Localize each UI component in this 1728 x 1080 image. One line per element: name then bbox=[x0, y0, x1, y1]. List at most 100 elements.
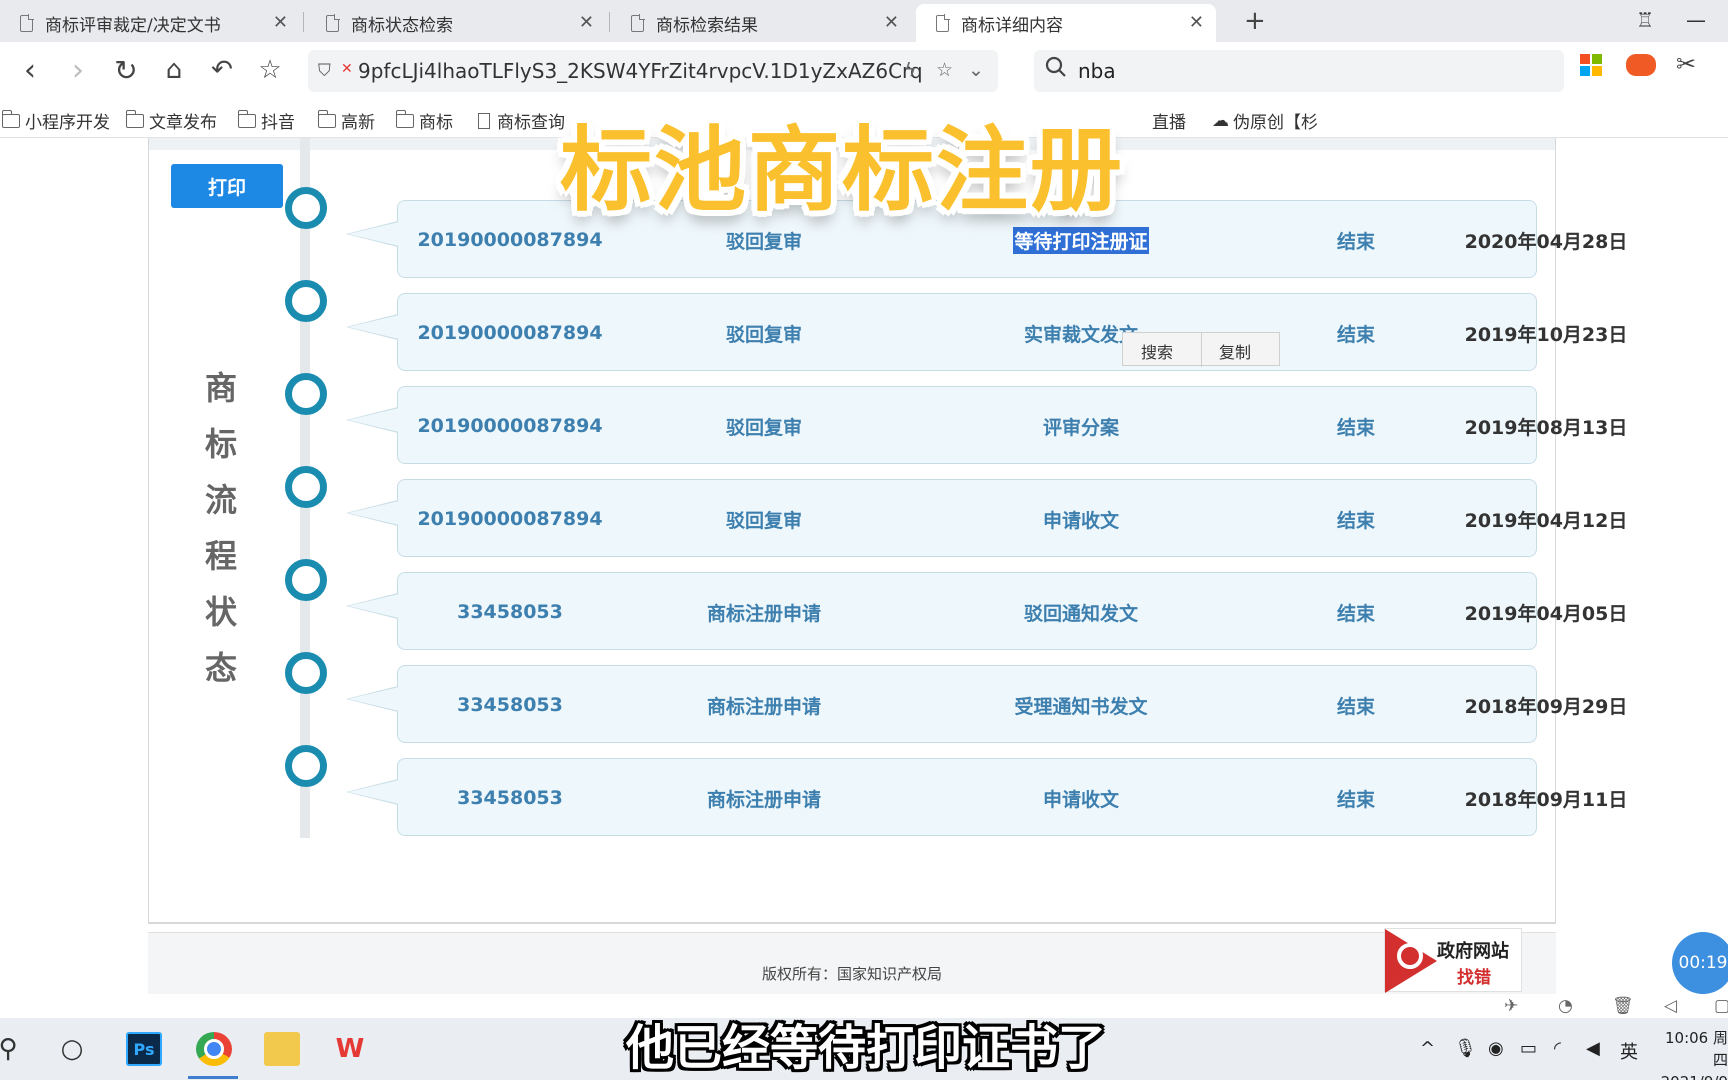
timeline-node bbox=[285, 652, 327, 694]
game-icon[interactable] bbox=[1626, 54, 1656, 76]
apps-icon[interactable] bbox=[1580, 54, 1602, 76]
shirt-icon[interactable]: ♖ bbox=[1636, 8, 1654, 32]
badge-line1: 政府网站 bbox=[1437, 941, 1509, 962]
close-tab-icon[interactable]: ✕ bbox=[273, 12, 288, 33]
bookmark-label: 直播 bbox=[1152, 113, 1186, 133]
microphone-icon[interactable]: 🎙 bbox=[1454, 1038, 1477, 1059]
process-result: 结束 bbox=[1336, 602, 1375, 625]
minimize-icon[interactable]: — bbox=[1686, 8, 1706, 32]
undo-close-button[interactable]: ↶ bbox=[204, 52, 240, 88]
home-button[interactable]: ⌂ bbox=[156, 52, 192, 88]
selection-context-menu: 搜索 复制 bbox=[1122, 332, 1280, 367]
process-step: 申请收文 bbox=[1042, 509, 1119, 532]
tab-bar: 商标评审裁定/决定文书 ✕ 商标状态检索 ✕ 商标检索结果 ✕ 商标详细内容 ✕… bbox=[0, 0, 1728, 42]
window-icon[interactable]: ▢ bbox=[1714, 996, 1728, 1016]
bookmark-label: 抖音 bbox=[261, 113, 295, 133]
process-step: 驳回通知发文 bbox=[1023, 602, 1138, 625]
page-icon bbox=[478, 112, 490, 129]
close-tab-icon[interactable]: ✕ bbox=[884, 12, 899, 33]
bookmark-item[interactable]: 商标查询 bbox=[478, 108, 565, 133]
bookmark-item[interactable]: 商标 bbox=[395, 108, 453, 133]
process-date: 2019年10月23日 bbox=[1464, 323, 1628, 346]
back-button[interactable]: ‹ bbox=[12, 52, 48, 88]
section-title-char: 状 bbox=[204, 593, 237, 631]
folder-icon bbox=[395, 109, 414, 128]
badge-line2: 找错 bbox=[1457, 968, 1491, 988]
tab-1[interactable]: 商标评审裁定/决定文书 ✕ bbox=[0, 4, 300, 42]
star-icon[interactable]: ☆ bbox=[936, 59, 953, 81]
app-tray-icon[interactable]: ◉ bbox=[1488, 1038, 1504, 1059]
reload-button[interactable]: ↻ bbox=[108, 52, 144, 88]
timeline-node bbox=[285, 466, 327, 508]
tab-4-active[interactable]: 商标详细内容 ✕ bbox=[916, 4, 1216, 42]
recording-timer[interactable]: 00:19 bbox=[1672, 932, 1728, 994]
navigation-bar: ‹ › ↻ ⌂ ↶ ☆ ⛉ ✕ 9pfcLJi4lhaoTLFlyS3_2KSW… bbox=[0, 42, 1728, 100]
search-icon bbox=[1045, 56, 1066, 77]
close-tab-icon[interactable]: ✕ bbox=[579, 12, 594, 33]
gov-site-error-report-badge[interactable]: 政府网站 找错 bbox=[1384, 928, 1522, 993]
wps-icon[interactable]: W bbox=[332, 1032, 368, 1066]
url-text[interactable]: 9pfcLJi4lhaoTLFlyS3_2KSW4YFrZit4rvpcV.1D… bbox=[358, 59, 923, 83]
trademark-detail-panel: 打印 商 标 流 程 状 态 20190000087894 驳回复审 等待打印注… bbox=[148, 138, 1627, 924]
new-tab-button[interactable]: + bbox=[1244, 6, 1266, 36]
volume-icon[interactable]: ◁ bbox=[1664, 996, 1677, 1016]
search-box[interactable]: nba bbox=[1034, 50, 1564, 92]
timeline-node bbox=[285, 745, 327, 787]
trash-icon[interactable]: 🗑 bbox=[1612, 996, 1634, 1016]
business-type: 驳回复审 bbox=[725, 416, 802, 439]
search-icon[interactable]: ⚲ bbox=[0, 1032, 26, 1066]
business-type: 商标注册申请 bbox=[706, 695, 821, 718]
registration-number: 33458053 bbox=[457, 694, 563, 716]
status-row: 33458053 商标注册申请 受理通知书发文 结束 2018年09月29日 bbox=[346, 665, 1627, 743]
chevron-up-icon[interactable]: ^ bbox=[1420, 1038, 1435, 1059]
tab-label: 商标详细内容 bbox=[961, 15, 1063, 36]
timeline-node bbox=[285, 280, 327, 322]
selected-text[interactable]: 等待打印注册证 bbox=[1013, 226, 1149, 254]
task-view-icon[interactable]: ○ bbox=[54, 1032, 90, 1066]
document-icon bbox=[631, 13, 645, 32]
bookmark-item[interactable]: ☁ 伪原创【杉 bbox=[1212, 108, 1318, 134]
chevron-down-icon[interactable]: ⌄ bbox=[968, 59, 984, 81]
cloud-icon: ☁ bbox=[1212, 110, 1229, 131]
search-query[interactable]: nba bbox=[1078, 59, 1116, 83]
bookmark-item[interactable]: 抖音 bbox=[237, 108, 295, 133]
shield-icon[interactable]: ⛉ bbox=[318, 61, 331, 81]
context-search-item[interactable]: 搜索 bbox=[1141, 339, 1173, 363]
registration-number: 20190000087894 bbox=[417, 322, 603, 344]
favorite-star-button[interactable]: ☆ bbox=[252, 52, 288, 88]
system-clock[interactable]: 10:06 周四 2021/9/9 bbox=[1654, 1027, 1728, 1080]
folder-icon bbox=[237, 109, 256, 128]
address-bar[interactable]: ⛉ ✕ 9pfcLJi4lhaoTLFlyS3_2KSW4YFrZit4rvpc… bbox=[308, 50, 998, 92]
context-copy-item[interactable]: 复制 bbox=[1219, 339, 1251, 363]
close-tab-icon[interactable]: ✕ bbox=[1189, 12, 1204, 33]
tab-3[interactable]: 商标检索结果 ✕ bbox=[611, 4, 911, 42]
speed-icon[interactable]: ◔ bbox=[1558, 996, 1573, 1016]
speaker-icon[interactable]: ◀ bbox=[1586, 1038, 1600, 1059]
process-result: 结束 bbox=[1336, 695, 1375, 718]
section-title-char: 程 bbox=[204, 537, 237, 575]
chrome-icon[interactable] bbox=[196, 1032, 232, 1066]
file-explorer-icon[interactable] bbox=[264, 1032, 300, 1066]
battery-icon[interactable]: ▭ bbox=[1520, 1038, 1537, 1059]
video-overlay-title: 标池商标注册 bbox=[560, 117, 1125, 224]
status-row: 20190000087894 驳回复审 评审分案 结束 2019年08月13日 bbox=[346, 386, 1627, 464]
bookmark-item[interactable]: 文章发布 bbox=[125, 108, 217, 133]
folder-icon bbox=[317, 109, 336, 128]
bookmark-item[interactable]: 高新 bbox=[317, 108, 375, 133]
forward-button[interactable]: › bbox=[60, 52, 96, 88]
ime-indicator[interactable]: 英 bbox=[1620, 1038, 1638, 1064]
rocket-icon[interactable]: ✈ bbox=[1504, 996, 1518, 1016]
wifi-icon[interactable]: ◜ bbox=[1554, 1038, 1561, 1059]
tab-2[interactable]: 商标状态检索 ✕ bbox=[306, 4, 606, 42]
print-button[interactable]: 打印 bbox=[171, 164, 283, 208]
clock-date: 2021/9/9 bbox=[1654, 1071, 1728, 1080]
section-title-char: 流 bbox=[204, 481, 237, 519]
photoshop-icon[interactable]: Ps bbox=[126, 1032, 162, 1066]
process-result: 结束 bbox=[1336, 788, 1375, 811]
process-date: 2018年09月29日 bbox=[1464, 695, 1628, 718]
lightning-icon[interactable]: ϟ bbox=[904, 59, 917, 81]
scissors-icon[interactable]: ✂ bbox=[1676, 50, 1696, 78]
bookmark-item[interactable]: 小程序开发 bbox=[1, 108, 110, 133]
bookmark-item[interactable]: 直播 bbox=[1152, 108, 1186, 133]
process-result: 结束 bbox=[1336, 323, 1375, 346]
